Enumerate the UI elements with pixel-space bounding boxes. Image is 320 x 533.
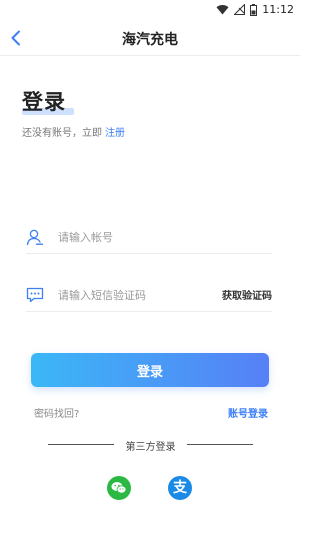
wechat-icon <box>111 482 127 494</box>
account-input[interactable] <box>58 228 208 246</box>
third-party-label: 第三方登录 <box>125 442 176 453</box>
divider-right <box>187 444 253 445</box>
forgot-password-link[interactable]: 密码找回? <box>34 405 79 420</box>
register-prompt: 还没有账号，立即 注册 <box>22 124 125 139</box>
login-heading: 登录 <box>22 86 74 116</box>
signal-off-icon <box>234 4 246 15</box>
get-code-button[interactable]: 获取验证码 <box>222 287 272 302</box>
status-icons: 11:12 <box>216 3 294 16</box>
wechat-login-button[interactable] <box>107 476 131 500</box>
login-title: 登录 <box>22 90 66 114</box>
status-time: 11:12 <box>262 3 294 16</box>
nav-bar: 海汽充电 <box>0 20 300 56</box>
no-account-text: 还没有账号，立即 <box>22 128 102 139</box>
account-field <box>26 220 272 254</box>
divider-left <box>48 444 114 445</box>
alipay-icon: 支 <box>173 480 187 496</box>
battery-icon <box>250 3 258 16</box>
page-title: 海汽充电 <box>122 32 178 48</box>
alipay-login-button[interactable]: 支 <box>168 476 192 500</box>
wifi-icon <box>216 5 229 15</box>
status-bar: 11:12 <box>0 0 300 20</box>
sms-code-field: 获取验证码 <box>26 278 272 312</box>
login-button[interactable]: 登录 <box>31 353 269 387</box>
account-login-link[interactable]: 账号登录 <box>228 405 268 420</box>
register-link[interactable]: 注册 <box>105 128 125 139</box>
sms-code-input[interactable] <box>58 286 208 304</box>
user-icon <box>26 229 44 246</box>
message-icon <box>26 287 44 303</box>
